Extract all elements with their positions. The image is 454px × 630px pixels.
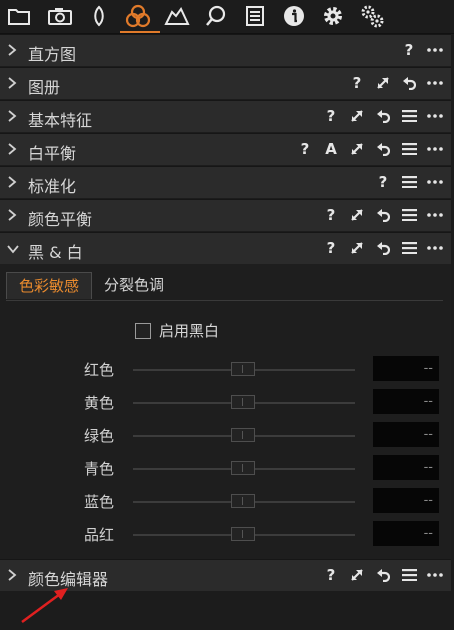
annotation-arrow-icon bbox=[21, 588, 68, 624]
